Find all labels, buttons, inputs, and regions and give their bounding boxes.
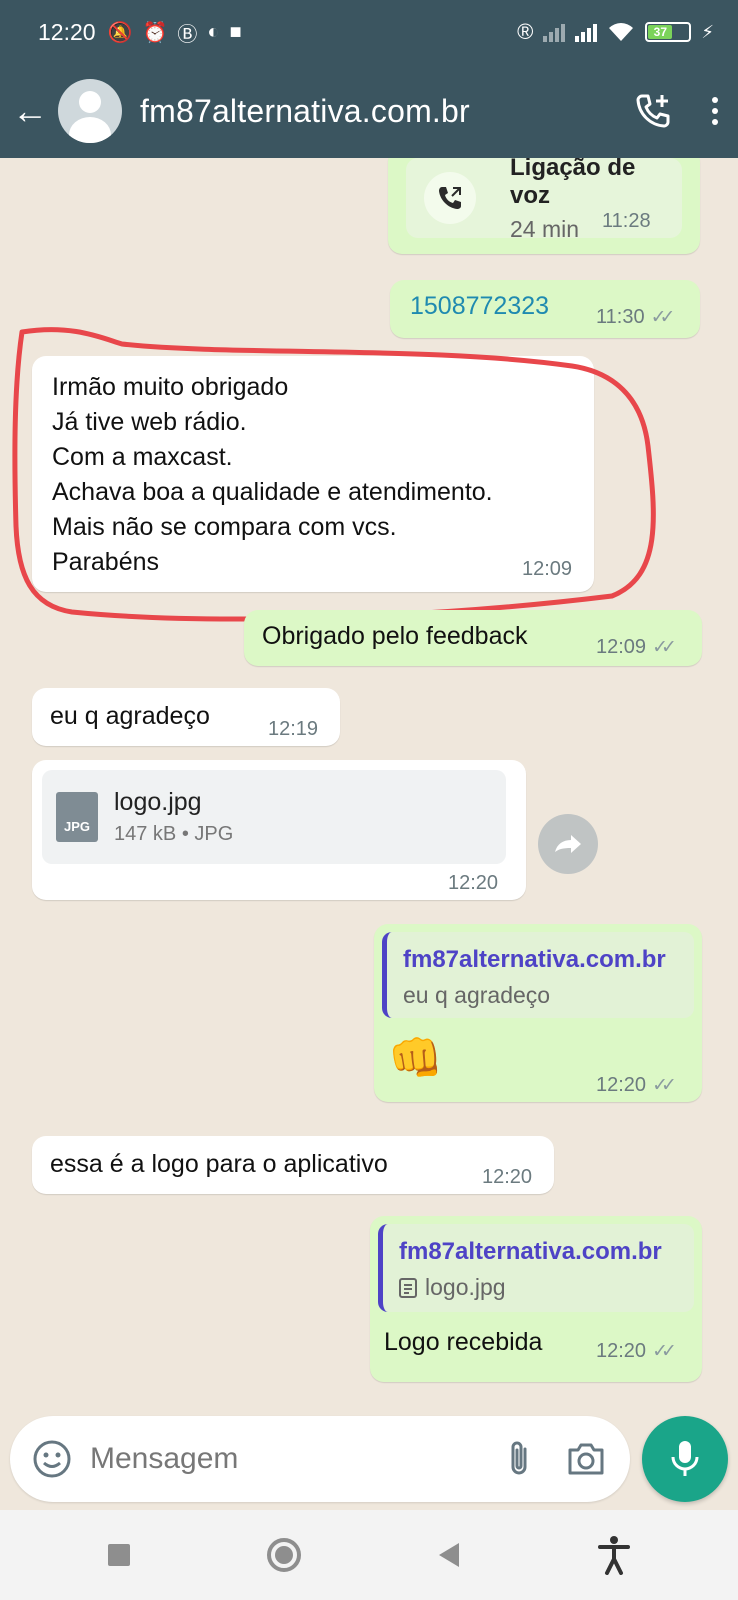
system-navigation-bar xyxy=(0,1510,738,1600)
emoji-icon[interactable] xyxy=(32,1439,72,1479)
accessibility-icon[interactable] xyxy=(597,1535,630,1575)
message-line: Já tive web rádio. xyxy=(52,408,247,436)
quoted-text: logo.jpg xyxy=(425,1274,506,1300)
message-input-container[interactable] xyxy=(10,1416,630,1502)
read-receipt-icon: ✓✓ xyxy=(652,637,677,658)
mute-bell-icon: 🔕 xyxy=(107,21,133,44)
message-text: Obrigado pelo feedback xyxy=(262,622,528,650)
message-outgoing-feedback[interactable]: Obrigado pelo feedback 12:09 ✓✓ xyxy=(244,610,702,666)
jpg-file-icon: JPG xyxy=(56,792,98,842)
message-quoted-logo-received[interactable]: fm87alternativa.com.br logo.jpg Logo rec… xyxy=(370,1216,702,1382)
phone-number-link[interactable]: 1508772323 xyxy=(410,292,549,321)
call-duration: 24 min xyxy=(509,215,580,242)
forward-button[interactable] xyxy=(538,814,598,874)
message-time: 12:20 xyxy=(596,1074,647,1096)
contact-name[interactable]: fm87alternativa.com.br xyxy=(140,93,470,130)
message-time: 12:09 xyxy=(596,636,647,658)
message-time: 12:20 xyxy=(482,1166,533,1188)
message-line: Parabéns xyxy=(52,548,160,576)
camera-icon[interactable] xyxy=(566,1442,606,1476)
mic-button[interactable] xyxy=(642,1416,728,1502)
signal-1-icon xyxy=(543,22,566,42)
add-call-icon[interactable] xyxy=(634,92,672,130)
forward-icon xyxy=(555,835,581,853)
file-meta: 147 kB • JPG xyxy=(114,823,234,845)
call-icon xyxy=(424,172,476,224)
message-input[interactable] xyxy=(90,1442,470,1476)
message-line: Irmão muito obrigado xyxy=(52,373,289,401)
quoted-author: fm87alternativa.com.br xyxy=(399,1238,662,1265)
more-options-icon[interactable] xyxy=(712,97,718,125)
signal-2-icon xyxy=(575,22,598,42)
message-text: eu q agradeço xyxy=(50,702,210,730)
read-receipt-icon: ✓✓ xyxy=(650,307,676,328)
message-file[interactable]: JPG logo.jpg 147 kB • JPG 12:20 xyxy=(32,760,526,900)
home-button[interactable] xyxy=(266,1538,301,1572)
message-incoming-logo-note[interactable]: essa é a logo para o aplicativo 12:20 xyxy=(32,1136,554,1194)
chat-header: ← fm87alternativa.com.br xyxy=(0,64,738,158)
message-line: Com a maxcast. xyxy=(52,443,233,471)
b-badge-icon: Ⓑ xyxy=(177,23,198,46)
fist-emoji: 👊 xyxy=(388,1034,443,1083)
alarm-icon: ⏰ xyxy=(142,21,168,44)
message-time: 12:20 xyxy=(596,1340,647,1362)
file-name: logo.jpg xyxy=(114,788,202,816)
mic-icon xyxy=(671,1441,699,1476)
read-receipt-icon: ✓✓ xyxy=(652,1341,677,1362)
quoted-author: fm87alternativa.com.br xyxy=(403,946,666,973)
quoted-message[interactable]: fm87alternativa.com.br eu q agradeço xyxy=(382,932,694,1018)
message-time: 12:20 xyxy=(448,872,499,894)
message-call[interactable]: Ligação de voz 24 min 11:28 xyxy=(388,158,700,254)
back-button[interactable] xyxy=(437,1542,461,1568)
voice-call-card[interactable]: Ligação de voz 24 min 11:28 xyxy=(406,158,682,242)
composer xyxy=(0,1394,738,1510)
message-time: 12:09 xyxy=(522,558,573,580)
message-incoming-thanks[interactable]: Irmão muito obrigado Já tive web rádio. … xyxy=(32,356,594,592)
battery-icon: 37 xyxy=(645,22,692,42)
message-quoted-reaction[interactable]: fm87alternativa.com.br eu q agradeço 👊 1… xyxy=(374,924,702,1102)
status-bar: 12:20 🔕 ⏰ Ⓑ ◐ ■ ® 37 ⚡ xyxy=(0,0,738,64)
message-time: 11:28 xyxy=(602,210,651,232)
document-icon xyxy=(399,1277,417,1298)
message-time: 11:30 xyxy=(596,306,645,328)
read-receipt-icon: ✓✓ xyxy=(652,1075,677,1096)
battery-level: 37 xyxy=(653,25,668,39)
message-line: Mais não se compara com vcs. xyxy=(52,513,397,541)
call-title: Ligação de voz xyxy=(509,158,636,209)
message-text: Logo recebida xyxy=(384,1328,543,1356)
chat-area[interactable]: Ligação de voz 24 min 11:28 1508772323 1… xyxy=(0,158,738,1394)
message-phone-number[interactable]: 1508772323 11:30 ✓✓ xyxy=(390,280,700,338)
status-time: 12:20 xyxy=(38,18,96,45)
message-text: essa é a logo para o aplicativo xyxy=(50,1150,388,1178)
avatar[interactable] xyxy=(58,79,122,143)
recents-button[interactable] xyxy=(108,1544,131,1566)
attach-icon[interactable] xyxy=(506,1439,532,1479)
app-notification-icon: ◐ xyxy=(207,20,220,43)
message-line: Achava boa a qualidade e atendimento. xyxy=(52,478,493,506)
charging-icon: ⚡ xyxy=(701,21,714,42)
quoted-message[interactable]: fm87alternativa.com.br logo.jpg xyxy=(378,1224,694,1312)
notification-icons: 🔕 ⏰ Ⓑ ◐ ■ xyxy=(108,18,242,47)
file-attachment[interactable]: JPG logo.jpg 147 kB • JPG xyxy=(42,770,506,864)
quoted-text: eu q agradeço xyxy=(403,982,551,1008)
back-arrow-icon[interactable]: ← xyxy=(12,90,52,132)
wifi-icon xyxy=(609,23,634,41)
message-time: 12:19 xyxy=(268,718,319,740)
message-incoming-reply[interactable]: eu q agradeço 12:19 xyxy=(32,688,340,746)
square-notification-icon: ■ xyxy=(229,20,242,43)
registered-icon: ® xyxy=(517,19,534,44)
